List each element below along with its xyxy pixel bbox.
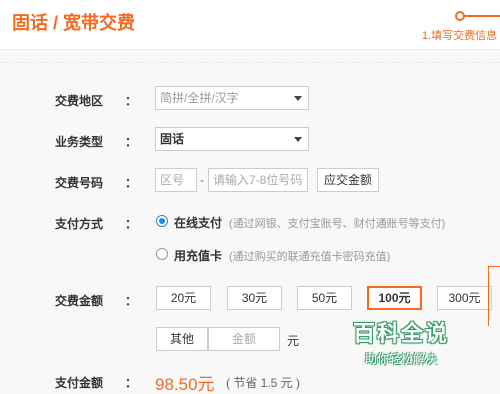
total-label: 支付金额 — [55, 376, 104, 390]
step-indicator-dot — [455, 11, 465, 21]
watermark-title: 百科全说 — [352, 321, 449, 346]
header: 固话 / 宽带交费 1.填写交费信息 — [0, 0, 500, 50]
amount-option-30[interactable]: 30元 — [227, 286, 282, 310]
custom-amount-input[interactable]: 金额 — [208, 327, 280, 351]
number-colon: ： — [125, 176, 138, 190]
phone-number-input[interactable]: 请输入7-8位号码 — [208, 168, 308, 192]
amount-colon: ： — [125, 294, 138, 308]
query-amount-button[interactable]: 应交金额 — [317, 168, 379, 192]
amount-option-20[interactable]: 20元 — [156, 286, 211, 310]
decorative-line — [488, 266, 500, 326]
step-progress-line — [462, 15, 500, 17]
amount-option-100[interactable]: 100元 — [367, 286, 422, 310]
amount-unit: 元 — [287, 334, 300, 348]
payment-colon: ： — [125, 217, 138, 231]
number-label: 交费号码 — [55, 176, 104, 190]
online-pay-label[interactable]: 在线支付 — [174, 214, 222, 231]
payment-label: 支付方式 — [55, 217, 104, 231]
amount-other-button[interactable]: 其他 — [156, 327, 208, 351]
number-dash: - — [200, 173, 204, 187]
region-colon: ： — [125, 94, 138, 108]
area-code-input[interactable]: 区号 — [155, 168, 197, 192]
region-select[interactable]: 简拼/全拼/汉字 — [155, 86, 309, 110]
amount-option-50[interactable]: 50元 — [297, 286, 352, 310]
chevron-down-icon — [294, 96, 302, 101]
total-amount: 98.50元 — [155, 375, 215, 394]
business-select[interactable]: 固话 — [155, 127, 309, 151]
watermark: 百科全说 助你轻松解决 — [336, 316, 466, 367]
page-title: 固话 / 宽带交费 — [12, 13, 136, 33]
region-label: 交费地区 — [55, 94, 104, 108]
business-value: 固话 — [160, 132, 185, 146]
card-pay-radio[interactable] — [156, 248, 168, 260]
total-colon: ： — [125, 376, 138, 390]
region-placeholder: 简拼/全拼/汉字 — [160, 91, 239, 105]
amount-option-300[interactable]: 300元 — [437, 286, 492, 310]
business-label: 业务类型 — [55, 135, 104, 149]
chevron-down-icon — [294, 137, 302, 142]
watermark-subtitle: 助你轻松解决 — [364, 352, 437, 366]
business-colon: ： — [125, 135, 138, 149]
amount-label: 交费金额 — [55, 294, 104, 308]
header-divider — [0, 62, 500, 63]
step-label: 1.填写交费信息 — [422, 30, 498, 42]
card-pay-hint: (通过购买的联通充值卡密码充值) — [229, 251, 391, 263]
saving-note: ( 节省 1.5 元 ) — [226, 376, 301, 390]
card-pay-label[interactable]: 用充值卡 — [174, 247, 222, 264]
online-pay-hint: (通过网银、支付宝账号、财付通账号等支付) — [229, 218, 446, 230]
online-pay-radio[interactable] — [156, 215, 168, 227]
